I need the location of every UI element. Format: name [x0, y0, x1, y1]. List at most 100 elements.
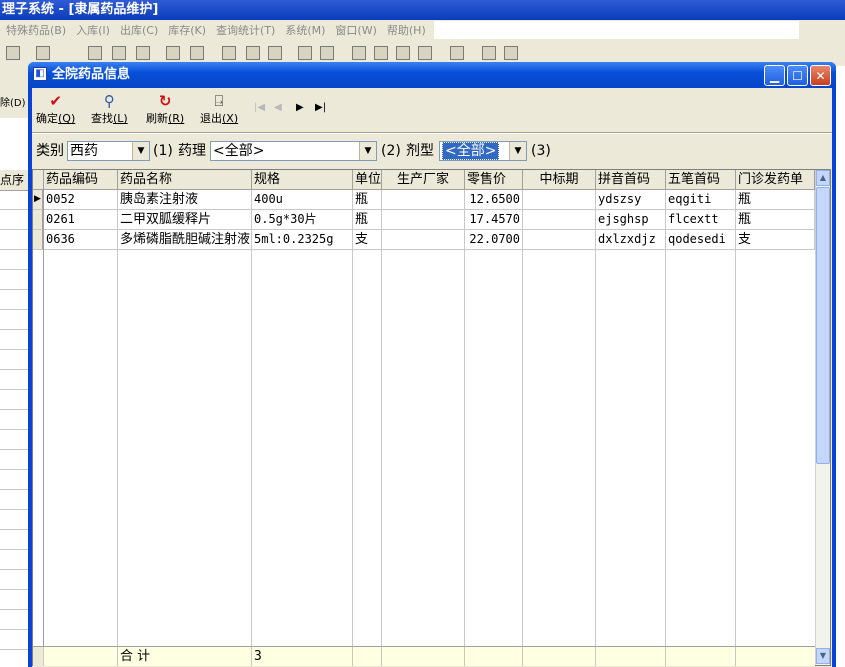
- toolbar-icon[interactable]: [36, 46, 50, 60]
- menu-help[interactable]: 帮助(H): [387, 22, 426, 38]
- footer-cell: [465, 647, 523, 666]
- cell-dispense[interactable]: 支: [736, 230, 815, 250]
- chevron-down-icon[interactable]: ▼: [132, 142, 149, 160]
- vertical-scrollbar[interactable]: ▲ ▼: [815, 170, 830, 665]
- refresh-button[interactable]: ↻ 刷新(R): [146, 92, 184, 128]
- toolbar-icon[interactable]: [482, 46, 496, 60]
- toolbar-icon[interactable]: [222, 46, 236, 60]
- cell-wubi[interactable]: flcextt: [666, 210, 736, 230]
- grid-footer: 合 计 3: [33, 646, 815, 666]
- col-header-name[interactable]: 药品名称: [118, 170, 252, 190]
- cell-name[interactable]: 多烯磷脂酰胆碱注射液: [118, 230, 252, 250]
- col-header-maker[interactable]: 生产厂家: [382, 170, 465, 190]
- cell-dispense[interactable]: 瓶: [736, 190, 815, 210]
- cell-pinyin[interactable]: ejsghsp: [596, 210, 666, 230]
- cell-bid[interactable]: [523, 190, 596, 210]
- toolbar-icon[interactable]: [166, 46, 180, 60]
- cell-maker[interactable]: [382, 230, 465, 250]
- menu-window[interactable]: 窗口(W): [335, 22, 376, 38]
- row-selector[interactable]: [33, 210, 43, 230]
- cell-price[interactable]: 22.0700: [465, 230, 523, 250]
- cell-bid[interactable]: [523, 210, 596, 230]
- menu-system[interactable]: 系统(M): [285, 22, 325, 38]
- cell-code[interactable]: 0052: [44, 190, 118, 210]
- cell-bid[interactable]: [523, 230, 596, 250]
- search-icon: ⚲: [103, 92, 115, 110]
- col-header-spec[interactable]: 规格: [252, 170, 353, 190]
- toolbar-icon[interactable]: [112, 46, 126, 60]
- last-record-icon[interactable]: ▶|: [315, 102, 326, 113]
- col-header-bid[interactable]: 中标期: [523, 170, 596, 190]
- cell-spec[interactable]: 0.5g*30片: [252, 210, 353, 230]
- prev-record-icon[interactable]: ◀: [274, 102, 282, 113]
- chevron-down-icon[interactable]: ▼: [359, 142, 376, 160]
- cell-maker[interactable]: [382, 210, 465, 230]
- cell-price[interactable]: 12.6500: [465, 190, 523, 210]
- left-delete-label[interactable]: 除(D): [0, 94, 26, 109]
- cell-name[interactable]: 胰岛素注射液: [118, 190, 252, 210]
- toolbar-icon[interactable]: [396, 46, 410, 60]
- toolbar-icon[interactable]: [298, 46, 312, 60]
- scroll-up-icon[interactable]: ▲: [816, 170, 830, 186]
- cell-maker[interactable]: [382, 190, 465, 210]
- maximize-button[interactable]: ☐: [787, 65, 808, 86]
- col-header-unit[interactable]: 单位: [353, 170, 382, 190]
- cell-wubi[interactable]: eqgiti: [666, 190, 736, 210]
- toolbar-icon[interactable]: [352, 46, 366, 60]
- menu-spacer: [433, 21, 799, 39]
- cell-spec[interactable]: 5ml:0.2325g: [252, 230, 353, 250]
- menu-stock[interactable]: 库存(K): [168, 22, 206, 38]
- pharm-select[interactable]: <全部> ▼: [210, 141, 377, 161]
- col-header-wubi[interactable]: 五笔首码: [666, 170, 736, 190]
- cell-pinyin[interactable]: ydszsy: [596, 190, 666, 210]
- scrollbar-thumb[interactable]: [816, 187, 830, 464]
- col-header-pinyin[interactable]: 拼音首码: [596, 170, 666, 190]
- cell-price[interactable]: 17.4570: [465, 210, 523, 230]
- cell-unit[interactable]: 支: [353, 230, 382, 250]
- col-header-dispense[interactable]: 门诊发药单: [736, 170, 815, 190]
- toolbar-icon[interactable]: [246, 46, 260, 60]
- close-button[interactable]: ✕: [810, 65, 831, 86]
- toolbar-icon[interactable]: [136, 46, 150, 60]
- menu-inbound[interactable]: 入库(I): [76, 22, 110, 38]
- cell-unit[interactable]: 瓶: [353, 210, 382, 230]
- toolbar-icon[interactable]: [504, 46, 518, 60]
- toolbar-icon[interactable]: [6, 46, 20, 60]
- app-left-toolbar: 除(D): [0, 66, 28, 118]
- col-header-price[interactable]: 零售价: [465, 170, 523, 190]
- toolbar-icon[interactable]: [190, 46, 204, 60]
- menu-special-drugs[interactable]: 特殊药品(B): [6, 22, 66, 38]
- find-button[interactable]: ⚲ 查找(L): [91, 92, 128, 128]
- toolbar-icon[interactable]: [88, 46, 102, 60]
- cell-spec[interactable]: 400u: [252, 190, 353, 210]
- col-header-code[interactable]: 药品编码: [44, 170, 118, 190]
- toolbar-icon[interactable]: [268, 46, 282, 60]
- row-selector[interactable]: [33, 230, 43, 250]
- category-select[interactable]: 西药 ▼: [67, 141, 150, 161]
- drug-grid[interactable]: 药品编码 药品名称 规格 单位 生产厂家 零售价 中标期 拼音首码 五笔首码 门…: [32, 169, 831, 666]
- dialog-title-bar[interactable]: ◧ 全院药品信息 ▁ ☐ ✕: [28, 62, 836, 88]
- toolbar-icon[interactable]: [320, 46, 334, 60]
- menu-query-stats[interactable]: 查询统计(T): [216, 22, 275, 38]
- chevron-down-icon[interactable]: ▼: [509, 142, 526, 160]
- confirm-button[interactable]: ✔ 确定(Q): [36, 92, 75, 128]
- cell-code[interactable]: 0636: [44, 230, 118, 250]
- pharm-label: 药理: [178, 143, 206, 159]
- cell-dispense[interactable]: 瓶: [736, 210, 815, 230]
- form-select[interactable]: <全部> ▼: [439, 141, 527, 161]
- cell-pinyin[interactable]: dxlzxdjz: [596, 230, 666, 250]
- menu-outbound[interactable]: 出库(C): [120, 22, 158, 38]
- cell-unit[interactable]: 瓶: [353, 190, 382, 210]
- toolbar-icon[interactable]: [450, 46, 464, 60]
- first-record-icon[interactable]: |◀: [254, 102, 265, 113]
- minimize-button[interactable]: ▁: [764, 65, 785, 86]
- toolbar-icon[interactable]: [418, 46, 432, 60]
- cell-wubi[interactable]: qodesedi: [666, 230, 736, 250]
- exit-button[interactable]: ⍈ 退出(X): [200, 92, 238, 128]
- scroll-down-icon[interactable]: ▼: [816, 648, 830, 664]
- cell-code[interactable]: 0261: [44, 210, 118, 230]
- next-record-icon[interactable]: ▶: [296, 102, 304, 113]
- toolbar-icon[interactable]: [374, 46, 388, 60]
- cell-name[interactable]: 二甲双胍缓释片: [118, 210, 252, 230]
- row-selector-current[interactable]: ▶: [33, 190, 43, 210]
